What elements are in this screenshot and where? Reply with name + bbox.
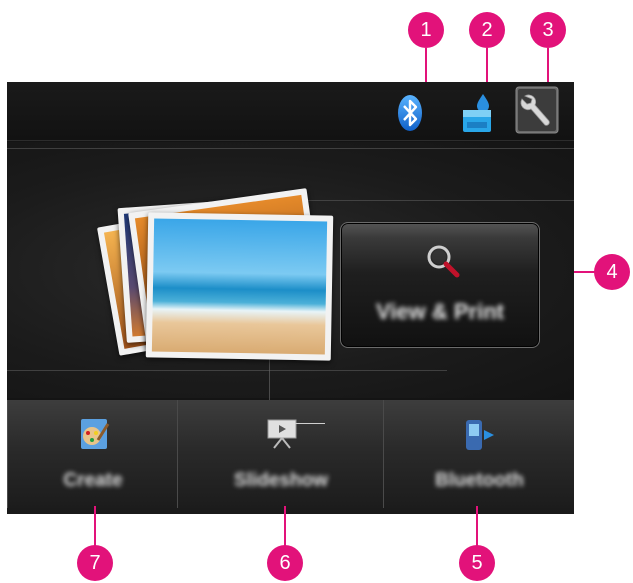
tab-slideshow-label: Slideshow — [234, 470, 328, 491]
setup-wrench-icon[interactable] — [515, 86, 559, 134]
guide-line-top — [7, 148, 574, 149]
photo-stack[interactable] — [87, 182, 337, 382]
bottom-bar: Create Slideshow Bluetooth — [7, 400, 574, 514]
create-icon — [80, 418, 110, 454]
tab-slideshow[interactable]: Slideshow — [177, 400, 385, 508]
tab-create[interactable]: Create — [7, 400, 179, 508]
tab-bluetooth[interactable]: Bluetooth — [383, 400, 574, 508]
ink-icon[interactable] — [459, 92, 495, 134]
device-screen: View & Print Create Slideshow Bluetooth — [7, 82, 574, 514]
tab-create-label: Create — [63, 470, 123, 491]
leader-5 — [476, 506, 478, 546]
magnifier-icon — [425, 243, 461, 283]
callout-4: 4 — [594, 254, 630, 290]
leader-3 — [547, 48, 549, 86]
guide-line-right — [307, 200, 574, 201]
bluetooth-phone-icon — [464, 418, 496, 456]
callout-6: 6 — [267, 545, 303, 581]
callout-5: 5 — [459, 545, 495, 581]
bluetooth-icon[interactable] — [397, 94, 423, 132]
top-bar — [7, 82, 574, 141]
tab-bluetooth-label: Bluetooth — [435, 470, 524, 491]
callout-7: 7 — [77, 545, 113, 581]
view-print-label: View & Print — [376, 299, 504, 324]
photo-front-beach — [145, 212, 334, 361]
view-print-button[interactable]: View & Print — [340, 222, 540, 348]
callout-3: 3 — [530, 12, 566, 48]
callout-2: 2 — [469, 12, 505, 48]
leader-7 — [94, 506, 96, 546]
leader-slideshow — [295, 423, 325, 424]
leader-6 — [284, 506, 286, 546]
callout-1: 1 — [408, 12, 444, 48]
slideshow-icon — [266, 418, 298, 454]
